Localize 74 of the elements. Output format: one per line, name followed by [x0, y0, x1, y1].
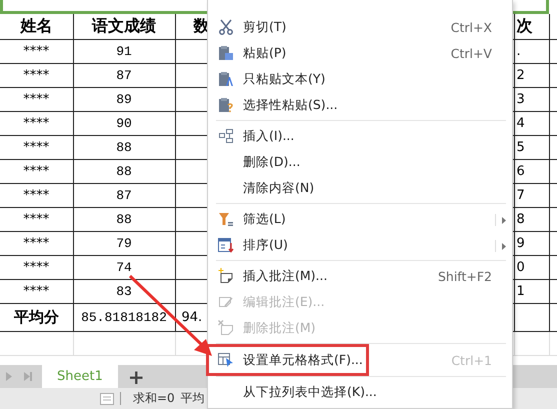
table-cell: ****	[23, 68, 50, 83]
table-cell: ****	[23, 188, 50, 203]
table-cell: 9	[516, 236, 525, 251]
table-cell: ****	[23, 92, 50, 107]
table-cell: 89	[116, 92, 132, 107]
table-cell: 94.	[182, 310, 202, 325]
table-cell: ****	[23, 140, 50, 155]
add-sheet-button[interactable]: +	[118, 365, 155, 388]
menu-item[interactable]: 删除(D)...	[208, 149, 512, 175]
shortcut-label: Ctrl+V	[450, 46, 492, 60]
filter-icon	[218, 211, 234, 227]
table-cell: 91	[116, 44, 132, 59]
table-cell: 1	[516, 284, 525, 299]
column-header: 语文成绩	[73, 14, 175, 40]
table-cell: 0	[516, 260, 525, 275]
menu-item[interactable]: 插入批注(M)... Shift+F2	[208, 263, 512, 289]
clipboard-text-icon	[218, 71, 234, 87]
menu-item[interactable]: 选择性粘贴(S)...	[208, 92, 512, 118]
menu-item[interactable]: 排序(U)	[208, 232, 512, 258]
menu-item[interactable]: 清除内容(N)	[208, 175, 512, 201]
insert-cells-icon	[218, 128, 234, 144]
table-cell: 87	[116, 188, 132, 203]
table-cell: 5	[516, 140, 525, 155]
table-cell: 83	[116, 284, 132, 299]
clipboard-question-icon	[218, 97, 234, 113]
table-cell: 7	[516, 188, 525, 203]
table-cell: .	[516, 44, 521, 59]
table-cell: 88	[116, 140, 132, 155]
note-icon	[218, 294, 234, 310]
shortcut-label: Ctrl+1	[451, 352, 492, 368]
column-header: 姓名	[0, 14, 73, 40]
note-icon	[218, 268, 234, 284]
table-cell: 85.81818182	[81, 310, 167, 325]
average-readout: 平均	[180, 390, 205, 407]
shortcut-label: Shift+F2	[438, 268, 492, 284]
note-icon	[218, 320, 234, 336]
submenu-arrow-icon	[502, 242, 506, 250]
sum-readout: 求和=0	[133, 390, 175, 407]
column-header: 次	[514, 14, 549, 40]
table-cell: ****	[23, 284, 50, 299]
table-cell: 88	[116, 164, 132, 179]
table-cell: 6	[516, 164, 525, 179]
table-cell: 74	[116, 260, 132, 275]
table-cell: ****	[23, 116, 50, 131]
last-icon[interactable]	[24, 372, 32, 381]
table-cell: ****	[23, 212, 50, 227]
table-cell: ****	[23, 164, 50, 179]
menu-item[interactable]: 设置单元格格式(F)... Ctrl+1	[208, 347, 512, 373]
shortcut-label: Ctrl+X	[450, 20, 492, 34]
table-cell: ****	[23, 44, 50, 59]
row-label: 平均分	[14, 308, 59, 326]
table-cell: 79	[116, 236, 132, 251]
table-cell: ****	[23, 260, 50, 275]
table-cell: 3	[516, 92, 525, 107]
menu-item[interactable]: 只粘贴文本(Y)	[208, 66, 512, 92]
table-cell: 90	[116, 116, 132, 131]
page-icon[interactable]	[100, 392, 114, 404]
menu-item[interactable]: 从下拉列表中选择(K)...	[208, 379, 512, 405]
table-cell: 2	[516, 68, 525, 83]
menu-item[interactable]: 剪切(T) Ctrl+X	[208, 14, 512, 40]
submenu-arrow-icon	[502, 216, 506, 224]
format-cells-icon	[218, 352, 234, 368]
table-cell: 88	[116, 212, 132, 227]
scissors-icon	[218, 19, 234, 35]
table-cell: 8	[516, 212, 525, 227]
clipboard-icon	[218, 45, 234, 61]
menu-item[interactable]: 插入(I)...	[208, 123, 512, 149]
menu-item[interactable]: 筛选(L)	[208, 206, 512, 232]
table-cell: 4	[516, 116, 525, 131]
table-cell: 87	[116, 68, 132, 83]
menu-item[interactable]: 粘贴(P) Ctrl+V	[208, 40, 512, 66]
table-cell: ****	[23, 236, 50, 251]
previous-icon[interactable]	[6, 372, 12, 381]
sort-icon	[218, 237, 234, 253]
